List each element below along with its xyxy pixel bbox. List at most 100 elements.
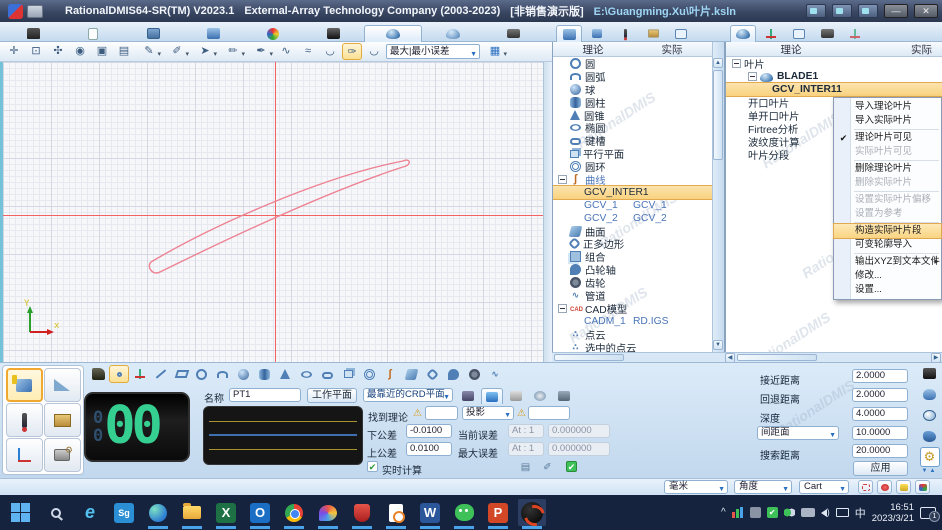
tree-item-ellipse[interactable]: 椭圆	[553, 121, 712, 134]
ime-indicator[interactable]: 中	[855, 505, 866, 521]
depth-input[interactable]: 4.0000	[852, 407, 908, 421]
polygon-feature-button[interactable]	[424, 365, 444, 383]
profile-tool-icon[interactable]: ◡	[364, 43, 384, 60]
construct-segment-icon-active[interactable]: ✑	[342, 43, 362, 60]
eye-view-icon[interactable]: ◉	[70, 43, 90, 60]
projection-field[interactable]	[528, 406, 570, 420]
blade-curve-tool-icon[interactable]: ✐	[164, 43, 190, 60]
feature-tree-vscrollbar[interactable]: ▲ ▼	[712, 42, 724, 352]
probe-vector-toggle[interactable]	[896, 480, 911, 494]
program-status-icon[interactable]	[832, 4, 852, 18]
chart-tab-active[interactable]	[481, 388, 503, 404]
tab-blade-coord[interactable]	[842, 25, 868, 42]
tree-item-group[interactable]: 组合	[553, 250, 712, 263]
surface-feature-button[interactable]	[403, 365, 423, 383]
panel-collapse-arrows[interactable]: ▼▲	[922, 468, 938, 474]
error-filter-dropdown[interactable]: 最大|最小误差	[386, 44, 480, 59]
tab-blade-cam[interactable]	[484, 25, 542, 42]
wave2-tool-icon[interactable]: ≈	[298, 43, 318, 60]
tab-blade-axes[interactable]	[758, 25, 784, 42]
scroll-down-icon[interactable]: ▼	[713, 340, 723, 350]
confirm-check-icon[interactable]: ✔	[566, 461, 577, 472]
taskbar-edge[interactable]	[144, 499, 172, 526]
blade-col-theory[interactable]: 理论	[726, 42, 856, 56]
line-feature-button[interactable]	[151, 365, 171, 383]
probe-display-toggle[interactable]	[877, 480, 892, 494]
window-menu-icon[interactable]	[27, 5, 43, 18]
pan-icon[interactable]: ✣	[48, 43, 68, 60]
cylinder-feature-button[interactable]	[256, 365, 276, 383]
tree-item-sphere[interactable]: 球	[553, 83, 712, 96]
tree-item-circle[interactable]: 圆	[553, 57, 712, 70]
probe-view-button[interactable]	[920, 384, 940, 404]
tree-item-blade1[interactable]: BLADE1	[726, 70, 942, 83]
sphere-feature-button[interactable]	[235, 365, 255, 383]
pipe-feature-button[interactable]	[487, 365, 507, 383]
menu-settings[interactable]: 设置...	[834, 283, 941, 297]
tab-blade-camera[interactable]	[814, 25, 840, 42]
inspect-button[interactable]	[920, 405, 940, 425]
tab-blade-window[interactable]	[786, 25, 812, 42]
tray-usb-icon[interactable]	[750, 507, 761, 518]
taskbar-paint[interactable]	[314, 499, 342, 526]
tree-item-cad-model[interactable]: CAD模型	[553, 302, 712, 315]
angle-dropdown[interactable]: 角度	[734, 480, 792, 494]
taskbar-chrome[interactable]	[280, 499, 308, 526]
menu-import-theory-blade[interactable]: 导入理论叶片	[834, 100, 941, 114]
slot-feature-button[interactable]	[319, 365, 339, 383]
tree-item-blade-root[interactable]: 叶片	[726, 57, 942, 70]
menu-variable-profile-import[interactable]: 可变轮廓导入	[834, 238, 941, 252]
probe-adjust-icon[interactable]: ✐	[540, 461, 555, 474]
col-actual[interactable]: 实际	[633, 42, 711, 56]
start-button[interactable]	[6, 499, 34, 526]
units-dropdown[interactable]: 毫米	[664, 480, 728, 494]
tab-crate-view[interactable]	[640, 25, 666, 42]
tray-check-icon[interactable]: ✔	[767, 507, 778, 518]
workplane-button[interactable]: 工作平面	[307, 388, 357, 403]
tree-item-curve[interactable]: 曲线	[553, 173, 712, 186]
gear-feature-button[interactable]	[466, 365, 486, 383]
upper-tol-input[interactable]: 0.0100	[406, 442, 452, 456]
cam-feature-button[interactable]	[445, 365, 465, 383]
probe-button[interactable]	[6, 403, 43, 437]
fixture-button[interactable]	[44, 403, 81, 437]
taskbar-docviewer[interactable]	[382, 499, 410, 526]
output-device-button[interactable]	[920, 363, 940, 383]
coord-dropdown[interactable]: Cart	[799, 480, 849, 494]
blade-analyze-tool-icon[interactable]: ✒	[248, 43, 274, 60]
tab-blade-tree[interactable]	[730, 25, 756, 42]
settings-button-active[interactable]: ⚙	[920, 447, 940, 467]
tree-item-camshaft[interactable]: 凸轮轴	[553, 263, 712, 276]
report-icon[interactable]: ▤	[518, 461, 533, 474]
blade-measure-tool-icon[interactable]: ✏	[220, 43, 246, 60]
scroll-up-icon[interactable]: ▲	[713, 58, 723, 68]
tree-item-cone[interactable]: 圆锥	[553, 109, 712, 122]
blade-section-tool-icon[interactable]: ✎	[136, 43, 162, 60]
menu-import-actual-blade[interactable]: 导入实际叶片	[834, 114, 941, 128]
tab-screen-view[interactable]	[668, 25, 694, 42]
tray-expand-icon[interactable]: ^	[721, 507, 726, 518]
approach-distance-input[interactable]: 2.0000	[852, 369, 908, 383]
spacing-plane-dropdown[interactable]: 间距面	[757, 426, 839, 440]
tree-item-surface[interactable]: 曲面	[553, 225, 712, 238]
move-view-icon[interactable]: ✛	[4, 43, 24, 60]
tree-item-arc[interactable]: 圆弧	[553, 70, 712, 83]
scroll-thumb[interactable]	[713, 70, 723, 160]
collapse-icon[interactable]	[748, 72, 757, 81]
menu-delete-theory-blade[interactable]: 删除理论叶片	[834, 162, 941, 176]
probe-cube-button-active[interactable]	[6, 368, 43, 402]
tab-probe-view[interactable]	[612, 25, 638, 42]
collapse-icon[interactable]	[558, 175, 567, 184]
magnet-tool-button[interactable]	[88, 365, 108, 383]
feature-tree-hscrollbar[interactable]	[552, 352, 724, 362]
menu-modify[interactable]: 修改...	[834, 269, 941, 283]
machine-status-icon[interactable]	[806, 4, 826, 18]
torus-feature-button[interactable]	[361, 365, 381, 383]
tab-machine[interactable]	[304, 25, 362, 42]
tab-blade-selected[interactable]	[364, 25, 422, 42]
taskbar-explorer[interactable]	[178, 499, 206, 526]
tray-card-icon[interactable]	[801, 508, 815, 517]
display-mode-icon[interactable]: ▤	[114, 43, 134, 60]
volume-icon[interactable]	[821, 509, 827, 517]
tree-item-pipe[interactable]: 管道	[553, 289, 712, 302]
